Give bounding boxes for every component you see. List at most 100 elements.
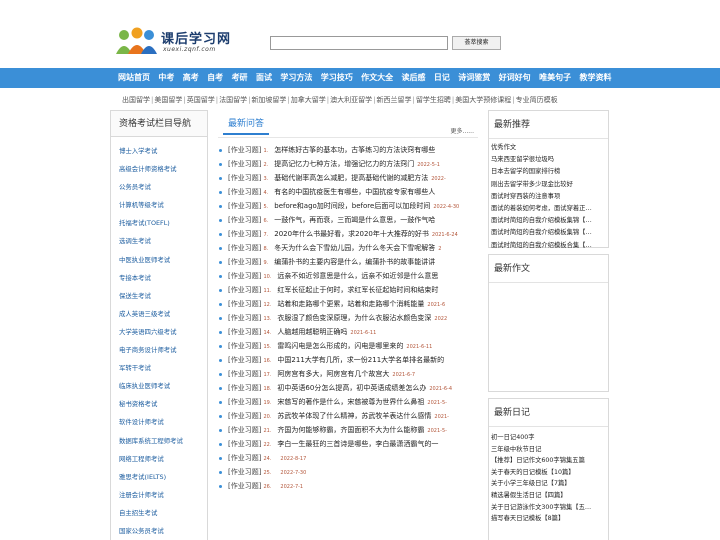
qa-title[interactable]: 提高记忆力七种方法，增强记忆力的方法窍门: [274, 160, 414, 168]
exam-nav-item[interactable]: 秘书资格考试: [119, 395, 207, 413]
recommend-item[interactable]: 优秀作文: [491, 142, 608, 154]
qa-list-item[interactable]: [作业习题] 18. 初中英语60分怎么提高，初中英语成绩差怎么办 2021-6-4: [218, 381, 478, 395]
exam-nav-item[interactable]: 临床执业医师考试: [119, 377, 207, 395]
exam-nav-item[interactable]: 高级会计师资格考试: [119, 160, 207, 178]
nav-item[interactable]: 高考: [183, 68, 199, 88]
exam-nav-item[interactable]: 中医执业医师考试: [119, 251, 207, 269]
recommend-item[interactable]: 刚出去留学带多少现金比较好: [491, 179, 608, 191]
exam-nav-item[interactable]: 国家公务员考试: [119, 522, 207, 540]
recommend-item[interactable]: 面试时简短的自我介绍模板合集【…: [491, 240, 608, 252]
qa-list-item[interactable]: [作业习题] 6. 一鼓作气，再而衰，三而竭是什么意思，一鼓作气哈: [218, 213, 478, 227]
diary-item[interactable]: 精选暑假生活日记【四篇】: [491, 490, 608, 502]
qa-list-item[interactable]: [作业习题] 22. 李白一生最狂的三首诗是哪些，李白最潇洒霸气的一: [218, 437, 478, 451]
exam-nav-item[interactable]: 军转干考试: [119, 359, 207, 377]
more-link[interactable]: 更多......: [451, 126, 474, 135]
nav-item[interactable]: 面试: [256, 68, 272, 88]
qa-category[interactable]: [作业习题]: [228, 160, 261, 168]
qa-list-item[interactable]: [作业习题] 11. 红军长征起止于何时，求红军长征起始时间和结束时: [218, 283, 478, 297]
qa-list-item[interactable]: [作业习题] 1. 怎样练好古筝的基本功，古筝练习的方法诀窍有哪些: [218, 143, 478, 157]
qa-title[interactable]: 编蒲扑书的主要内容是什么，编蒲扑书的故事能讲讲: [274, 258, 435, 266]
sub-link[interactable]: 加拿大留学: [291, 95, 326, 105]
qa-title[interactable]: 站着和走路哪个更累，站着和走路哪个消耗能量: [277, 300, 424, 308]
qa-category[interactable]: [作业习题]: [228, 398, 261, 406]
diary-item[interactable]: 描写春天日记模板【8篇】: [491, 513, 608, 525]
qa-category[interactable]: [作业习题]: [228, 454, 261, 462]
qa-list-item[interactable]: [作业习题] 16. 中国211大学有几所，求一份211大学名单排名最新的: [218, 353, 478, 367]
sub-link[interactable]: 澳大利亚留学: [330, 95, 372, 105]
exam-nav-item[interactable]: 公务员考试: [119, 178, 207, 196]
qa-category[interactable]: [作业习题]: [228, 440, 261, 448]
sub-link[interactable]: 英国留学: [187, 95, 215, 105]
qa-category[interactable]: [作业习题]: [228, 216, 261, 224]
recommend-item[interactable]: 面试的着装如何考虑，面试穿着正…: [491, 203, 608, 215]
qa-category[interactable]: [作业习题]: [228, 230, 261, 238]
exam-nav-item[interactable]: 软件设计师考试: [119, 413, 207, 431]
diary-item[interactable]: 关于日记游泳作文300字锦集【五…: [491, 502, 608, 514]
qa-title[interactable]: before和ago加时间段，before后面可以加段时间: [274, 202, 430, 210]
site-logo[interactable]: 课后学习网 xuexi.zqnf.com: [115, 24, 275, 58]
qa-list-item[interactable]: [作业习题] 19. 宋慈写的著作是什么，宋慈被尊为世界什么鼻祖 2021-5-: [218, 395, 478, 409]
exam-nav-item[interactable]: 专接本考试: [119, 269, 207, 287]
qa-list-item[interactable]: [作业习题] 26. 2022-7-1: [218, 479, 478, 493]
tab-latest-qa[interactable]: 最新问答: [223, 116, 270, 135]
qa-category[interactable]: [作业习题]: [228, 258, 261, 266]
diary-item[interactable]: 关于小学三年级日记【7篇】: [491, 478, 608, 490]
nav-item[interactable]: 诗词鉴赏: [458, 68, 490, 88]
sub-link[interactable]: 美国留学: [154, 95, 182, 105]
qa-title[interactable]: 阿房宫有多大，阿房宫有几个故宫大: [277, 370, 389, 378]
exam-nav-item[interactable]: 大学英语四六级考试: [119, 323, 207, 341]
qa-list-item[interactable]: [作业习题] 15. 雷鸣闪电是怎么形成的，闪电是哪里来的 2021-6-11: [218, 339, 478, 353]
recommend-item[interactable]: 马来西亚留学很垃圾吗: [491, 154, 608, 166]
exam-nav-item[interactable]: 数据库系统工程师考试: [119, 432, 207, 450]
sub-link[interactable]: 法国留学: [219, 95, 247, 105]
qa-list-item[interactable]: [作业习题] 7. 2020年什么书最好看，求2020年十大推荐的好书 2021-6-…: [218, 227, 478, 241]
qa-title[interactable]: 苏武牧羊体现了什么精神，苏武牧羊表达什么感情: [277, 412, 431, 420]
qa-category[interactable]: [作业习题]: [228, 370, 261, 378]
nav-item[interactable]: 读后感: [402, 68, 426, 88]
qa-list-item[interactable]: [作业习题] 12. 站着和走路哪个更累，站着和走路哪个消耗能量 2021-6: [218, 297, 478, 311]
exam-nav-item[interactable]: 计算机等级考试: [119, 196, 207, 214]
exam-nav-item[interactable]: 选调生考试: [119, 232, 207, 250]
qa-title[interactable]: 宋慈写的著作是什么，宋慈被尊为世界什么鼻祖: [277, 398, 424, 406]
qa-title[interactable]: 有名的中国抗疫医生有哪些，中国抗疫专家有哪些人: [274, 188, 435, 196]
diary-item[interactable]: 【推荐】日记作文600字锦集五篇: [491, 455, 608, 467]
sub-link[interactable]: 新加坡留学: [251, 95, 286, 105]
qa-category[interactable]: [作业习题]: [228, 202, 261, 210]
qa-category[interactable]: [作业习题]: [228, 314, 261, 322]
nav-item[interactable]: 自考: [207, 68, 223, 88]
exam-nav-item[interactable]: 注册会计师考试: [119, 486, 207, 504]
qa-list-item[interactable]: [作业习题] 21. 齐国为何能够称霸，齐国面积不大为什么能称霸 2021-5-: [218, 423, 478, 437]
qa-category[interactable]: [作业习题]: [228, 272, 261, 280]
qa-list-item[interactable]: [作业习题] 5. before和ago加时间段，before后面可以加段时间 202…: [218, 199, 478, 213]
qa-category[interactable]: [作业习题]: [228, 328, 261, 336]
exam-nav-item[interactable]: 雅思考试(IELTS): [119, 468, 207, 486]
qa-title[interactable]: 远亲不如近邻意思是什么，远亲不如近邻是什么意思: [277, 272, 438, 280]
qa-category[interactable]: [作业习题]: [228, 426, 261, 434]
qa-list-item[interactable]: [作业习题] 14. 人脑越用越聪明正确吗 2021-6-11: [218, 325, 478, 339]
nav-item[interactable]: 学习方法: [280, 68, 312, 88]
nav-item[interactable]: 唯美句子: [539, 68, 571, 88]
exam-nav-item[interactable]: 托福考试(TOEFL): [119, 214, 207, 232]
nav-item[interactable]: 学习技巧: [321, 68, 353, 88]
qa-title[interactable]: 中国211大学有几所，求一份211大学名单排名最新的: [277, 356, 444, 364]
nav-item[interactable]: 教学资料: [579, 68, 611, 88]
qa-category[interactable]: [作业习题]: [228, 300, 261, 308]
search-input[interactable]: [270, 36, 448, 50]
qa-title[interactable]: 怎样练好古筝的基本功，古筝练习的方法诀窍有哪些: [274, 146, 435, 154]
exam-nav-item[interactable]: 电子商务设计师考试: [119, 341, 207, 359]
qa-list-item[interactable]: [作业习题] 3. 基础代谢率高怎么减肥，提高基础代谢的减肥方法 2022-: [218, 171, 478, 185]
qa-list-item[interactable]: [作业习题] 9. 编蒲扑书的主要内容是什么，编蒲扑书的故事能讲讲: [218, 255, 478, 269]
sub-link[interactable]: 专业简历模板: [516, 95, 558, 105]
qa-category[interactable]: [作业习题]: [228, 468, 261, 476]
nav-item[interactable]: 网站首页: [118, 68, 150, 88]
qa-list-item[interactable]: [作业习题] 10. 远亲不如近邻意思是什么，远亲不如近邻是什么意思: [218, 269, 478, 283]
qa-title[interactable]: 基础代谢率高怎么减肥，提高基础代谢的减肥方法: [274, 174, 428, 182]
nav-item[interactable]: 中考: [158, 68, 174, 88]
qa-title[interactable]: 人脑越用越聪明正确吗: [277, 328, 347, 336]
qa-category[interactable]: [作业习题]: [228, 342, 261, 350]
qa-title[interactable]: 初中英语60分怎么提高，初中英语成绩差怎么办: [277, 384, 426, 392]
qa-list-item[interactable]: [作业习题] 2. 提高记忆力七种方法，增强记忆力的方法窍门 2022-5-1: [218, 157, 478, 171]
qa-title[interactable]: 一鼓作气，再而衰，三而竭是什么意思，一鼓作气哈: [274, 216, 435, 224]
sub-link[interactable]: 新西兰留学: [377, 95, 412, 105]
recommend-item[interactable]: 面试时简短的自我介绍模板集锦【…: [491, 215, 608, 227]
